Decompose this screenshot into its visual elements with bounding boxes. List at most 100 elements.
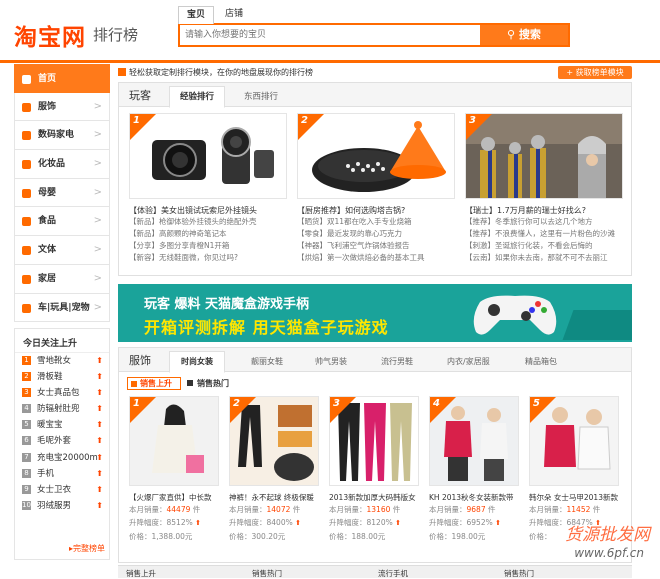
sidebar-item-apparel[interactable]: 服饰 > <box>14 92 110 122</box>
list-item[interactable]: 4 防辐射肚兜 ⬆ <box>15 401 109 417</box>
camera-lens-image[interactable]: 1 <box>129 113 287 199</box>
sidebar-item-sports[interactable]: 文体 > <box>14 236 110 265</box>
sports-icon <box>22 246 31 256</box>
sidebar-item-home[interactable]: 首页 <box>14 64 110 93</box>
product-name[interactable]: KH 2013秋冬女装新款带 <box>429 492 521 503</box>
tab-bags[interactable]: 精品箱包 <box>525 356 557 367</box>
product-name[interactable]: 【火爆厂家直供】中长款 <box>129 492 221 503</box>
sidebar-item-label: 食品 <box>38 216 57 227</box>
list-item[interactable]: 6 毛呢外套 ⬆ <box>15 433 109 449</box>
product-card[interactable]: 2 神裤！永不起球 终极保暖 本月销量：14072 件 升降幅度：8400% ⬆… <box>229 396 321 543</box>
page-subtitle: 排行榜 <box>93 26 139 44</box>
article-link[interactable]: 【新品】枪御体验外挂镜头的绝配外壳 <box>129 216 289 228</box>
product-price: 价格：198.00元 <box>429 532 486 541</box>
section-tab[interactable]: 销售上升 <box>126 568 156 579</box>
product-name[interactable]: 韩尔朵 女士马甲2013新款 <box>529 492 621 503</box>
product-card[interactable]: 4 KH 2013秋冬女装新款带 本月销量：9687 件 升降幅度：6952% … <box>429 396 521 543</box>
article-link[interactable]: 【推荐】不浪费懂人，这里有一片粉色的沙滩 <box>465 228 625 240</box>
tab-underwear[interactable]: 内衣/家居服 <box>447 356 490 367</box>
article-link[interactable]: 【神器】飞利浦空气炸锅体验报告 <box>297 240 457 252</box>
arrow-up-icon: ⬆ <box>96 372 103 382</box>
promo-banner[interactable]: 玩客 爆料 天猫魔盒游戏手柄 开箱评测拆解 用天猫盒子玩游戏 <box>118 284 632 342</box>
chevron-right-icon: > <box>93 129 102 141</box>
list-item-label: 充电宝20000m <box>37 452 98 463</box>
sidebar-item-car-toys-pets[interactable]: 车|玩具|宠物 > <box>14 293 110 323</box>
tab-mens-shoes[interactable]: 流行男鞋 <box>381 356 413 367</box>
product-card[interactable]: 1 【火爆厂家直供】中长款 本月销量：44479 件 升降幅度：8512% ⬆ … <box>129 396 221 543</box>
tab-item[interactable]: 宝贝 <box>178 6 214 24</box>
search-input[interactable] <box>182 26 482 44</box>
info-icon <box>118 68 126 76</box>
search-button[interactable]: ⚲ 搜索 <box>480 25 568 45</box>
article-title[interactable]: 【厨房推荐】如何选购塔吉锅? <box>297 205 457 216</box>
article-link[interactable]: 【刺激】圣诞旅行化装，不看会后悔的 <box>465 240 625 252</box>
article-link[interactable]: 【新品】高颜颗的神奇笔记本 <box>129 228 289 240</box>
list-item[interactable]: 10 羽绒服男 ⬆ <box>15 498 109 514</box>
article-link[interactable]: 【云南】如果你未去南，那就不可不去丽江 <box>465 252 625 264</box>
fashion-tabs: 服饰 时尚女装 靓丽女鞋 帅气男装 流行男鞋 内衣/家居服 精品箱包 <box>119 348 631 373</box>
sidebar-item-baby[interactable]: 母婴 > <box>14 178 110 208</box>
get-module-button[interactable]: + 获取榜单模块 <box>558 66 632 79</box>
list-item[interactable]: 5 暖宝宝 ⬆ <box>15 417 109 433</box>
article-link[interactable]: 【烘焙】第一次做烘焙必备的基本工具 <box>297 252 457 264</box>
article-title[interactable]: 【体验】美女出镜试玩索尼外挂镜头 <box>129 205 289 216</box>
product-name[interactable]: 2013新款加厚大码韩版女 <box>329 492 421 503</box>
sidebar-item-label: 家居 <box>38 273 57 284</box>
article-title[interactable]: 【瑞士】1.7万月薪的瑞士好找么? <box>465 205 625 216</box>
panel-title: 玩客 <box>129 89 151 102</box>
list-item[interactable]: 2 滑板鞋 ⬆ <box>15 369 109 385</box>
tab-shop[interactable]: 店铺 <box>218 6 250 24</box>
list-item-label: 女士卫衣 <box>37 484 72 495</box>
list-item[interactable]: 7 充电宝20000m ⬆ <box>15 450 109 466</box>
section-tab[interactable]: 流行手机 <box>378 568 408 579</box>
sidebar-item-label: 数码家电 <box>38 130 75 141</box>
product-growth: 升降幅度：8512% ⬆ <box>129 518 201 527</box>
product-image[interactable]: 4 <box>429 396 519 486</box>
product-card[interactable]: 3 2013新款加厚大码韩版女 本月销量：13160 件 升降幅度：8120% … <box>329 396 421 543</box>
list-item[interactable]: 9 女士卫衣 ⬆ <box>15 482 109 498</box>
article-link[interactable]: 【推荐】冬季旅行你可以去这几个地方 <box>465 216 625 228</box>
tab-womens-shoes[interactable]: 靓丽女鞋 <box>251 356 283 367</box>
apparel-icon <box>22 102 31 112</box>
tab-experience-rank[interactable]: 经验排行 <box>169 86 225 108</box>
tab-mens-fashion[interactable]: 帅气男装 <box>315 356 347 367</box>
swiss-guard-image[interactable]: 3 <box>465 113 623 199</box>
sidebar-item-digital[interactable]: 数码家电 > <box>14 121 110 151</box>
tagine-pot-image[interactable]: 2 <box>297 113 455 199</box>
article-link[interactable]: 【零食】最近发现的靠心巧克力 <box>297 228 457 240</box>
article-link[interactable]: 【新容】无线鞋面微，你见过吗? <box>129 252 289 264</box>
product-image[interactable]: 2 <box>229 396 319 486</box>
product-sales: 本月销量：14072 件 <box>229 505 301 514</box>
section-tab[interactable]: 销售热门 <box>504 568 534 579</box>
rank-badge: 5 <box>22 420 31 430</box>
rank-badge: 9 <box>22 484 31 494</box>
house-icon <box>22 274 31 284</box>
sidebar-item-home-goods[interactable]: 家居 > <box>14 264 110 294</box>
tab-womens-fashion[interactable]: 时尚女装 <box>169 351 225 373</box>
tab-item-rank[interactable]: 东西排行 <box>233 90 289 107</box>
list-item-label: 手机 <box>37 468 55 479</box>
sort-popular[interactable]: 销售热门 <box>187 377 247 390</box>
list-item[interactable]: 1 雪地靴女 ⬆ <box>15 353 109 369</box>
sidebar-item-cosmetics[interactable]: 化妆品 > <box>14 150 110 179</box>
full-list-link[interactable]: ▸完整榜单 <box>69 543 105 554</box>
rank-badge: 2 <box>22 372 31 382</box>
list-item[interactable]: 8 手机 ⬆ <box>15 466 109 482</box>
sort-rising[interactable]: 销售上升 <box>127 377 181 390</box>
promo-bar: 轻松获取定制排行模块，在你的地盘展现你的排行榜 + 获取榜单模块 <box>118 66 632 80</box>
article-link[interactable]: 【晒货】双11都在吃入手专业烧箱 <box>297 216 457 228</box>
list-item[interactable]: 3 女士真品包 ⬆ <box>15 385 109 401</box>
product-name[interactable]: 神裤！永不起球 终极保暖 <box>229 492 321 503</box>
article-link[interactable]: 【分享】多图分享青橙N1开箱 <box>129 240 289 252</box>
product-image[interactable]: 3 <box>329 396 419 486</box>
sidebar-item-food[interactable]: 食品 > <box>14 207 110 237</box>
rank-badge: 1 <box>130 114 156 140</box>
ranking-column: 1 【体验】美女出镜试玩索尼外挂镜头 【新品】枪御体验外挂镜头的绝配外壳 【新品… <box>129 113 289 264</box>
taobao-logo[interactable]: 淘宝网 <box>14 18 86 52</box>
section-tab[interactable]: 销售热门 <box>252 568 282 579</box>
product-image[interactable]: 1 <box>129 396 219 486</box>
product-image[interactable]: 5 <box>529 396 619 486</box>
arrow-up-icon: ⬆ <box>195 519 201 527</box>
header: 淘宝网 排行榜 宝贝 店铺 ⚲ 搜索 <box>0 0 660 60</box>
list-icon <box>187 380 193 386</box>
